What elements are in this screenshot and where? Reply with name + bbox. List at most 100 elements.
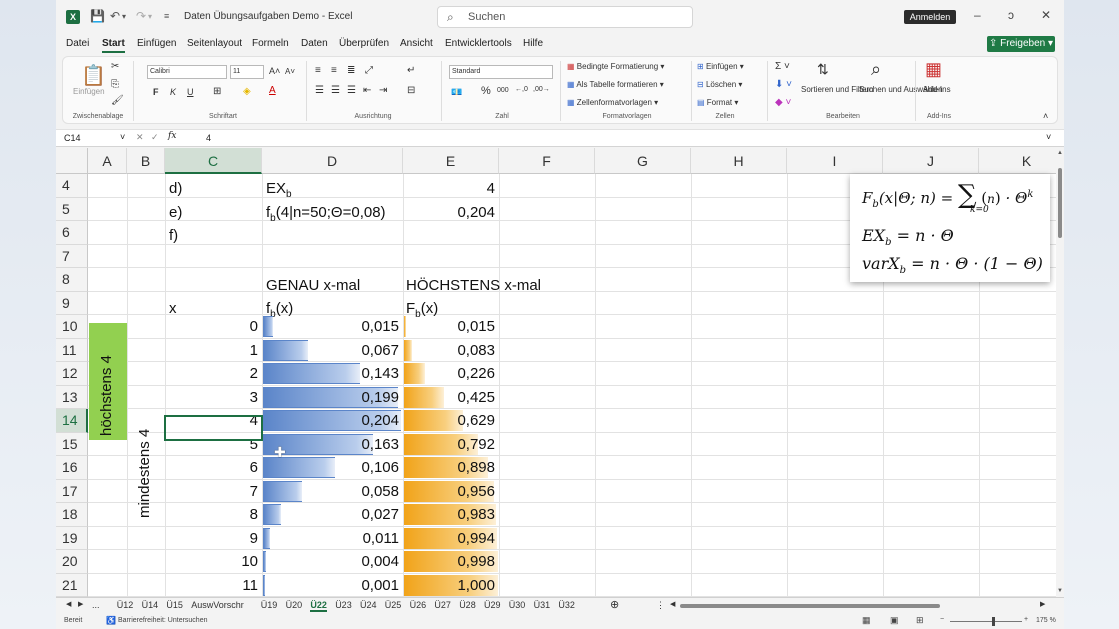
number-format-select[interactable]: Standard	[449, 65, 553, 79]
minimize-button[interactable]: –	[974, 8, 981, 22]
font-color-icon[interactable]: A	[269, 85, 276, 96]
page-break-view-icon[interactable]: ⊞	[916, 615, 924, 626]
cell-styles-button[interactable]: ▦ Zellenformatvorlagen ▾	[567, 98, 658, 107]
cell-e5[interactable]: 0,204	[403, 201, 495, 224]
cell-fb[interactable]: 0,004	[262, 550, 399, 573]
column-header-c[interactable]: C	[165, 148, 262, 174]
format-cells-button[interactable]: ▤ Format ▾	[697, 98, 738, 107]
column-header-i[interactable]: I	[787, 148, 883, 174]
name-box[interactable]: C14	[64, 133, 81, 143]
add-sheet-icon[interactable]: ⊕	[610, 598, 619, 611]
cell-e8[interactable]: HÖCHSTENS x-mal	[406, 274, 541, 297]
sheet-tab[interactable]: Ü29	[484, 600, 501, 610]
column-header-b[interactable]: B	[127, 148, 165, 174]
row-header-18[interactable]: 18	[56, 503, 88, 527]
zoom-out-icon[interactable]: −	[940, 616, 944, 623]
tab-insert[interactable]: Einfügen	[137, 38, 176, 49]
row-header-14[interactable]: 14	[56, 409, 88, 433]
row-header-5[interactable]: 5	[56, 197, 88, 221]
insert-cells-button[interactable]: ⊞ Einfügen ▾	[697, 62, 744, 71]
underline-button[interactable]: U	[187, 87, 194, 97]
horizontal-scroll-thumb[interactable]	[680, 604, 940, 608]
merge-center-icon[interactable]: ⊟	[407, 85, 415, 96]
row-header-20[interactable]: 20	[56, 550, 88, 574]
spreadsheet-grid[interactable]: A B C D E F G H I J K 4 5 6 7 8 9 10 11 12 13 14 15…	[56, 148, 1056, 598]
cell-x[interactable]: 1	[165, 339, 258, 362]
cell-fb[interactable]: 0,067	[262, 339, 399, 362]
cell-Fb[interactable]: 0,629	[403, 409, 495, 432]
cut-icon[interactable]: ✂	[111, 61, 119, 72]
tab-home[interactable]: Start	[102, 38, 125, 53]
row-header-10[interactable]: 10	[56, 315, 88, 339]
zoom-level[interactable]: 175 %	[1036, 617, 1056, 624]
cell-x[interactable]: 0	[165, 315, 258, 338]
align-top-icon[interactable]: ≡	[315, 65, 321, 76]
cell-Fb[interactable]: 0,994	[403, 527, 495, 550]
cancel-icon[interactable]: ✕	[136, 132, 144, 143]
scroll-up-icon[interactable]: ▲	[1057, 150, 1063, 156]
row-header-13[interactable]: 13	[56, 385, 88, 409]
expand-formula-bar-icon[interactable]: ˅	[1046, 132, 1051, 142]
cell-e4[interactable]: 4	[403, 177, 495, 200]
formula-textbox[interactable]: Fb(x|Θ; n) = ∑ (n) · Θk k=0 EXb = n · Θ …	[850, 174, 1050, 282]
align-center-icon[interactable]: ☰	[331, 85, 340, 96]
cell-Fb[interactable]: 0,083	[403, 339, 495, 362]
cell-Fb[interactable]: 0,425	[403, 386, 495, 409]
selected-cell-c14[interactable]	[164, 415, 263, 441]
sheet-tab[interactable]: Ü28	[459, 600, 476, 610]
sheet-tab[interactable]: Ü22	[310, 600, 327, 612]
redo-icon[interactable]: ↷	[136, 9, 146, 23]
cell-x[interactable]: 8	[165, 503, 258, 526]
cell-Fb[interactable]: 0,983	[403, 503, 495, 526]
sort-filter-icon[interactable]: ⇅	[817, 61, 829, 78]
clear-icon[interactable]: ◆ ˅	[775, 97, 791, 108]
sheet-tab[interactable]: Ü32	[558, 600, 575, 610]
normal-view-icon[interactable]: ▦	[862, 615, 871, 626]
font-name-select[interactable]: Calibri	[147, 65, 227, 79]
enter-icon[interactable]: ✓	[151, 132, 159, 143]
cell-x[interactable]: 9	[165, 527, 258, 550]
row-header-17[interactable]: 17	[56, 479, 88, 503]
page-layout-view-icon[interactable]: ▣	[890, 615, 899, 626]
accessibility-status[interactable]: Barrierefreiheit: Untersuchen	[118, 617, 208, 624]
scroll-down-icon[interactable]: ▼	[1057, 588, 1063, 594]
cell-x[interactable]: 6	[165, 456, 258, 479]
tab-page-layout[interactable]: Seitenlayout	[187, 38, 242, 49]
find-select-icon[interactable]: ⌕	[871, 59, 881, 80]
font-size-select[interactable]: 11	[230, 65, 264, 79]
cell-Fb[interactable]: 0,226	[403, 362, 495, 385]
increase-indent-icon[interactable]: ⇥	[379, 85, 387, 96]
cell-x[interactable]: 10	[165, 550, 258, 573]
cell-fb[interactable]: 0,204	[262, 409, 399, 432]
sheet-tab[interactable]: Ü31	[534, 600, 551, 610]
delete-cells-button[interactable]: ⊟ Löschen ▾	[697, 80, 742, 89]
sheet-tab[interactable]: Ü19	[261, 600, 278, 610]
row-header-19[interactable]: 19	[56, 526, 88, 550]
row-header-8[interactable]: 8	[56, 268, 88, 292]
cell-fb[interactable]: 0,011	[262, 527, 399, 550]
cell-Fb[interactable]: 0,898	[403, 456, 495, 479]
sheet-tab[interactable]: Ü20	[286, 600, 303, 610]
column-header-h[interactable]: H	[691, 148, 787, 174]
fill-color-icon[interactable]: ◈	[243, 86, 251, 97]
copy-icon[interactable]: ⎘	[111, 79, 119, 90]
cell-Fb[interactable]: 0,792	[403, 433, 495, 456]
tab-file[interactable]: Datei	[66, 38, 89, 49]
sheet-tab[interactable]: Ü23	[335, 600, 352, 610]
cell-fb[interactable]: 0,143	[262, 362, 399, 385]
vertical-scroll-thumb[interactable]	[1058, 168, 1062, 238]
search-input[interactable]: ⌕ Suchen	[437, 6, 693, 28]
cell-fb[interactable]: 0,015	[262, 315, 399, 338]
currency-icon[interactable]: 💶	[451, 87, 462, 98]
close-button[interactable]: ✕	[1041, 8, 1051, 22]
cell-Fb[interactable]: 0,956	[403, 480, 495, 503]
sheet-tab[interactable]: Ü30	[509, 600, 526, 610]
column-header-a[interactable]: A	[88, 148, 127, 174]
sheet-tab[interactable]: Ü25	[385, 600, 402, 610]
column-header-j[interactable]: J	[883, 148, 979, 174]
zoom-slider-thumb[interactable]	[992, 617, 995, 626]
tab-review[interactable]: Überprüfen	[339, 38, 389, 49]
column-header-d[interactable]: D	[262, 148, 403, 174]
shrink-font-icon[interactable]: A˅	[285, 67, 295, 76]
tab-data[interactable]: Daten	[301, 38, 328, 49]
